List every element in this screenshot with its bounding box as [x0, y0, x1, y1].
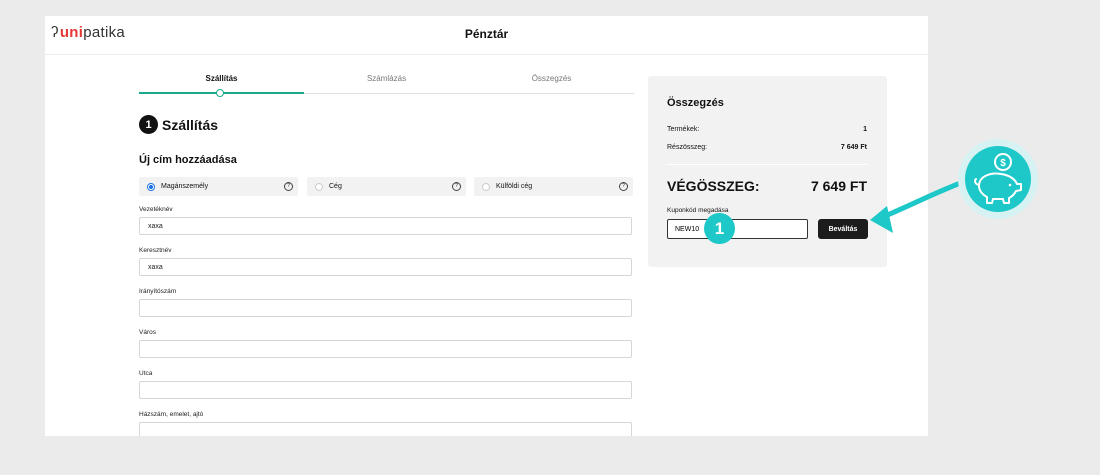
- step-badge-annotation: 1: [704, 213, 735, 244]
- annotation-arrow-icon: [870, 181, 961, 233]
- svg-text:$: $: [1000, 158, 1006, 169]
- piggy-bank-icon: $: [958, 139, 1038, 219]
